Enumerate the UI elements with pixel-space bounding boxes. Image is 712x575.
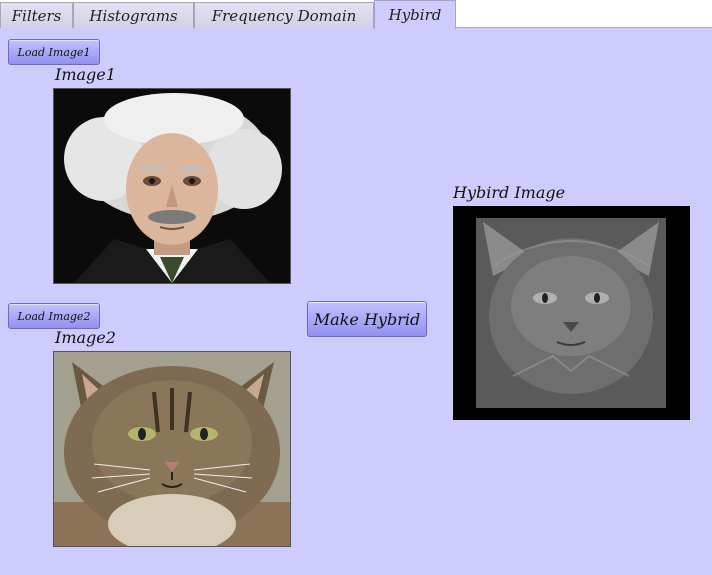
tab-frequency-domain[interactable]: Frequency Domain bbox=[194, 2, 374, 28]
load-image1-button[interactable]: Load Image1 bbox=[8, 39, 100, 65]
image1-portrait-graphic bbox=[54, 89, 290, 283]
tab-filters[interactable]: Filters bbox=[0, 2, 73, 28]
tab-hybird[interactable]: Hybird bbox=[374, 0, 456, 29]
image2-title: Image2 bbox=[55, 328, 116, 347]
tab-histograms[interactable]: Histograms bbox=[73, 2, 194, 28]
image1-picture bbox=[53, 88, 291, 284]
hybrid-graphic bbox=[453, 206, 690, 420]
load-image2-button[interactable]: Load Image2 bbox=[8, 303, 100, 329]
make-hybrid-button[interactable]: Make Hybrid bbox=[307, 301, 427, 337]
hybrid-picture bbox=[453, 206, 690, 420]
tab-bar: Filters Histograms Frequency Domain Hybi… bbox=[0, 0, 712, 29]
image1-title: Image1 bbox=[55, 65, 116, 84]
image2-cat-graphic bbox=[54, 352, 290, 546]
image2-picture bbox=[53, 351, 291, 547]
hybrid-title: Hybird Image bbox=[453, 183, 566, 202]
